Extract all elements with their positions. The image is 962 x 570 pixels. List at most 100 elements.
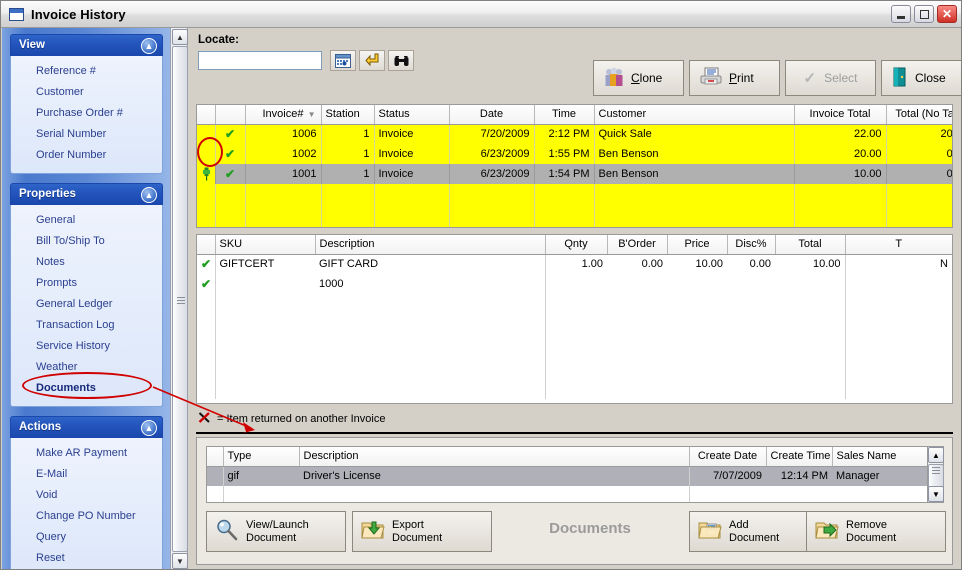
export-document-label: Export Document (392, 519, 442, 545)
table-row[interactable]: ✔ 1002 1 Invoice 6/23/2009 1:55 PM Ben B… (197, 144, 952, 164)
clone-button[interactable]: Clone (593, 60, 684, 96)
scroll-up-arrow-icon[interactable]: ▲ (928, 447, 944, 463)
col-taxable[interactable]: T (845, 235, 952, 255)
empty-cell (197, 204, 216, 227)
calendar-button[interactable] (330, 50, 356, 71)
sidebar-scrollbar-thumb[interactable] (172, 46, 188, 552)
col-description[interactable]: Description (315, 235, 546, 255)
documents-section-title: Documents (549, 520, 631, 537)
minimize-icon (897, 16, 905, 19)
chevron-up-icon[interactable]: ▲ (141, 187, 157, 203)
close-window-button[interactable]: ✕ (937, 5, 957, 23)
table-row-empty[interactable] (197, 294, 952, 399)
print-button[interactable]: Print (689, 60, 780, 96)
sidebar-item-prompts[interactable]: Prompts (11, 273, 162, 294)
col-customer[interactable]: Customer (594, 105, 795, 125)
col-doc-create-date[interactable]: Create Date (689, 447, 767, 467)
col-qnty[interactable]: Qnty (545, 235, 608, 255)
line-items-table: SKU Description Qnty B'Order Price Disc%… (197, 235, 952, 399)
empty-cell (321, 184, 375, 204)
sidebar-scrollbar[interactable]: ▲ ▼ (170, 28, 188, 569)
yellow-arrow-button[interactable] (359, 50, 385, 71)
table-row[interactable]: ✔ 1006 1 Invoice 7/20/2009 2:12 PM Quick… (197, 124, 952, 144)
col-disc[interactable]: Disc% (727, 235, 776, 255)
sidebar-item-order-number[interactable]: Order Number (11, 145, 162, 166)
select-button[interactable]: ✓ Select (785, 60, 876, 96)
col-doc-type[interactable]: Type (223, 447, 300, 467)
table-row-empty[interactable] (197, 184, 952, 204)
scroll-down-arrow-icon[interactable]: ▼ (928, 486, 944, 502)
col-doc-create-time[interactable]: Create Time (766, 447, 833, 467)
search-input[interactable] (198, 51, 322, 70)
col-time[interactable]: Time (534, 105, 595, 125)
col-date[interactable]: Date (449, 105, 535, 125)
scroll-up-arrow-icon[interactable]: ▲ (172, 29, 188, 45)
view-launch-document-button[interactable]: View/Launch Document (206, 511, 346, 552)
col-invoice-total[interactable]: Invoice Total (794, 105, 887, 125)
sidebar-item-make-ar-payment[interactable]: Make AR Payment (11, 443, 162, 464)
table-row-selected[interactable]: ✔ 1001 1 Invoice 6/23/2009 1:54 PM Ben B… (197, 164, 952, 184)
col-line-check[interactable] (197, 235, 216, 255)
cell-customer: Ben Benson (594, 144, 795, 164)
col-sku[interactable]: SKU (215, 235, 316, 255)
scroll-down-arrow-icon[interactable]: ▼ (172, 553, 188, 569)
col-price[interactable]: Price (667, 235, 728, 255)
col-total-no-tax[interactable]: Total (No Tax) (886, 105, 952, 125)
sidebar-item-query[interactable]: Query (11, 527, 162, 548)
close-button[interactable]: Close (881, 60, 961, 96)
row-check-cell: ✔ (215, 124, 246, 144)
sidebar-item-documents[interactable]: Documents (11, 378, 162, 399)
sidebar-item-void[interactable]: Void (11, 485, 162, 506)
col-doc-indicator[interactable] (207, 447, 224, 467)
documents-scrollbar-thumb[interactable] (928, 464, 944, 488)
col-indicator[interactable] (197, 105, 216, 125)
table-row[interactable]: ✔ GIFTCERT GIFT CARD 1.00 0.00 10.00 0.0… (197, 254, 952, 274)
sidebar-item-change-po-number[interactable]: Change PO Number (11, 506, 162, 527)
row-check-cell: ✔ (215, 144, 246, 164)
chevron-up-icon[interactable]: ▲ (141, 420, 157, 436)
sidebar-item-general-ledger[interactable]: General Ledger (11, 294, 162, 315)
magnifier-icon (215, 518, 239, 545)
col-station[interactable]: Station (321, 105, 375, 125)
sidebar-item-weather[interactable]: Weather (11, 357, 162, 378)
sidebar-item-reference-number[interactable]: Reference # (11, 61, 162, 82)
sidebar-item-customer[interactable]: Customer (11, 82, 162, 103)
empty-cell (374, 184, 450, 204)
row-pin-cell (197, 124, 216, 144)
remove-document-button[interactable]: Remove Document (806, 511, 946, 552)
table-row-empty[interactable] (207, 486, 927, 502)
table-row-empty[interactable] (197, 204, 952, 227)
sidebar-item-transaction-log[interactable]: Transaction Log (11, 315, 162, 336)
col-doc-sales-name[interactable]: Sales Name (832, 447, 927, 467)
panel-header-properties[interactable]: Properties ▲ (10, 183, 163, 205)
folder-right-arrow-icon (815, 519, 839, 544)
chevron-up-icon[interactable]: ▲ (141, 38, 157, 54)
col-status[interactable]: Status (374, 105, 450, 125)
sidebar-item-notes[interactable]: Notes (11, 252, 162, 273)
table-row-selected[interactable]: gif Driver's License 7/07/2009 12:14 PM … (207, 466, 927, 486)
sidebar-item-service-history[interactable]: Service History (11, 336, 162, 357)
documents-table: Type Description Create Date Create Time… (207, 447, 927, 502)
minimize-button[interactable] (891, 5, 911, 23)
cell-disc (727, 274, 775, 294)
find-button[interactable] (388, 50, 414, 71)
col-check[interactable] (215, 105, 246, 125)
panel-header-actions[interactable]: Actions ▲ (10, 416, 163, 438)
row-pin-cell[interactable] (197, 164, 216, 184)
documents-scrollbar[interactable]: ▲ ▼ (927, 446, 944, 503)
sidebar-item-purchase-order-number[interactable]: Purchase Order # (11, 103, 162, 124)
sidebar-item-serial-number[interactable]: Serial Number (11, 124, 162, 145)
sidebar-item-email[interactable]: E-Mail (11, 464, 162, 485)
col-border[interactable]: B'Order (607, 235, 668, 255)
col-total[interactable]: Total (775, 235, 846, 255)
col-doc-description[interactable]: Description (299, 447, 690, 467)
sidebar-item-bill-to-ship-to[interactable]: Bill To/Ship To (11, 231, 162, 252)
col-invoice-number[interactable]: Invoice# ▼ (245, 105, 322, 125)
sidebar-item-general[interactable]: General (11, 210, 162, 231)
table-row[interactable]: ✔ 1000 (197, 274, 952, 294)
checkmark-icon: ✓ (803, 70, 817, 87)
export-document-button[interactable]: Export Document (352, 511, 492, 552)
maximize-button[interactable] (914, 5, 934, 23)
panel-header-view[interactable]: View ▲ (10, 34, 163, 56)
sidebar-item-reset[interactable]: Reset (11, 548, 162, 569)
